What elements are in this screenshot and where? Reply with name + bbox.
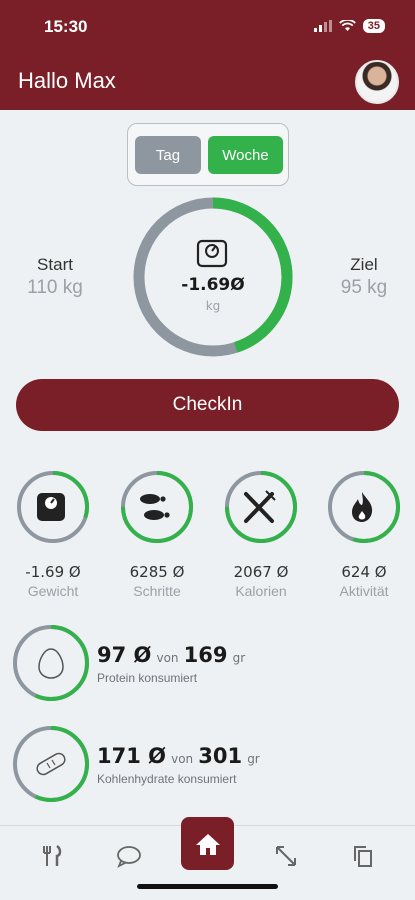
tab-nutrition[interactable] <box>32 836 72 876</box>
cutlery-tab-icon <box>43 845 62 866</box>
stat-label: Schritte <box>133 583 181 599</box>
bread-icon <box>36 752 66 776</box>
toggle-tag-button[interactable]: Tag <box>135 136 201 174</box>
macro-protein[interactable]: 97 Ø von 169 gr Protein konsumiert <box>11 623 411 703</box>
status-time: 15:30 <box>44 17 88 36</box>
stat-weight[interactable]: -1.69 Ø Gewicht <box>13 469 93 599</box>
stat-value: 2067 Ø <box>233 563 289 581</box>
macro-label: Kohlenhydrate konsumiert <box>97 772 237 786</box>
home-indicator <box>137 884 278 889</box>
macro-label: Protein konsumiert <box>97 671 198 685</box>
macro-values: 171 Ø von 301 gr <box>97 744 260 768</box>
app-header: 15:30 35 Hallo Max <box>0 0 415 110</box>
goal-block: Ziel 95 kg <box>328 255 400 299</box>
macro-value: 171 Ø <box>97 744 166 768</box>
checkin-button[interactable]: CheckIn <box>16 379 399 431</box>
scale-icon <box>37 493 65 521</box>
tab-measurements[interactable] <box>266 836 306 876</box>
period-toggle: Tag Woche <box>127 123 289 186</box>
macro-target: 169 <box>183 643 228 667</box>
stat-label: Aktivität <box>339 583 389 599</box>
tab-documents[interactable] <box>343 836 383 876</box>
macro-unit: gr <box>232 651 246 665</box>
macro-carbs[interactable]: 171 Ø von 301 gr Kohlenhydrate konsumier… <box>11 724 411 804</box>
stat-calories[interactable]: 2067 Ø Kalorien <box>221 469 301 599</box>
flame-icon <box>352 492 373 522</box>
goal-label: Ziel <box>350 255 378 274</box>
copy-tab-icon <box>354 846 372 867</box>
tab-chat[interactable] <box>109 836 149 876</box>
start-label: Start <box>37 255 73 274</box>
stat-value: 624 Ø <box>341 563 387 581</box>
avatar[interactable] <box>355 60 399 104</box>
stat-value: 6285 Ø <box>129 563 185 581</box>
stat-steps[interactable]: 6285 Ø Schritte <box>117 469 197 599</box>
signal-icon <box>313 20 332 32</box>
start-value: 110 kg <box>27 277 83 298</box>
macro-target: 301 <box>198 744 243 768</box>
battery-indicator: 35 <box>362 19 385 33</box>
arrows-tab-icon <box>276 846 296 866</box>
macro-value: 97 Ø <box>97 643 152 667</box>
toggle-woche-button[interactable]: Woche <box>208 136 283 174</box>
chat-tab-icon <box>117 846 141 868</box>
stat-activity[interactable]: 624 Ø Aktivität <box>324 469 404 599</box>
greeting-title: Hallo Max <box>18 68 116 93</box>
stat-label: Gewicht <box>27 583 79 599</box>
macro-of-label: von <box>171 752 194 766</box>
weight-unit: kg <box>205 299 221 313</box>
home-tab-icon <box>195 833 220 855</box>
egg-icon <box>38 648 64 679</box>
start-block: Start 110 kg <box>18 255 92 299</box>
stat-value: -1.69 Ø <box>25 563 81 581</box>
status-icons: 35 <box>313 19 385 33</box>
goal-value: 95 kg <box>340 277 388 298</box>
stat-label: Kalorien <box>235 583 287 599</box>
macro-unit: gr <box>247 752 260 766</box>
wifi-icon <box>338 20 356 31</box>
scale-icon <box>196 239 228 268</box>
weight-change-value: -1.69Ø <box>181 275 245 295</box>
cutlery-icon <box>244 490 276 523</box>
footsteps-icon <box>140 494 170 520</box>
tab-home[interactable] <box>181 817 234 870</box>
macro-of-label: von <box>156 651 179 665</box>
macro-values: 97 Ø von 169 gr <box>97 643 245 667</box>
